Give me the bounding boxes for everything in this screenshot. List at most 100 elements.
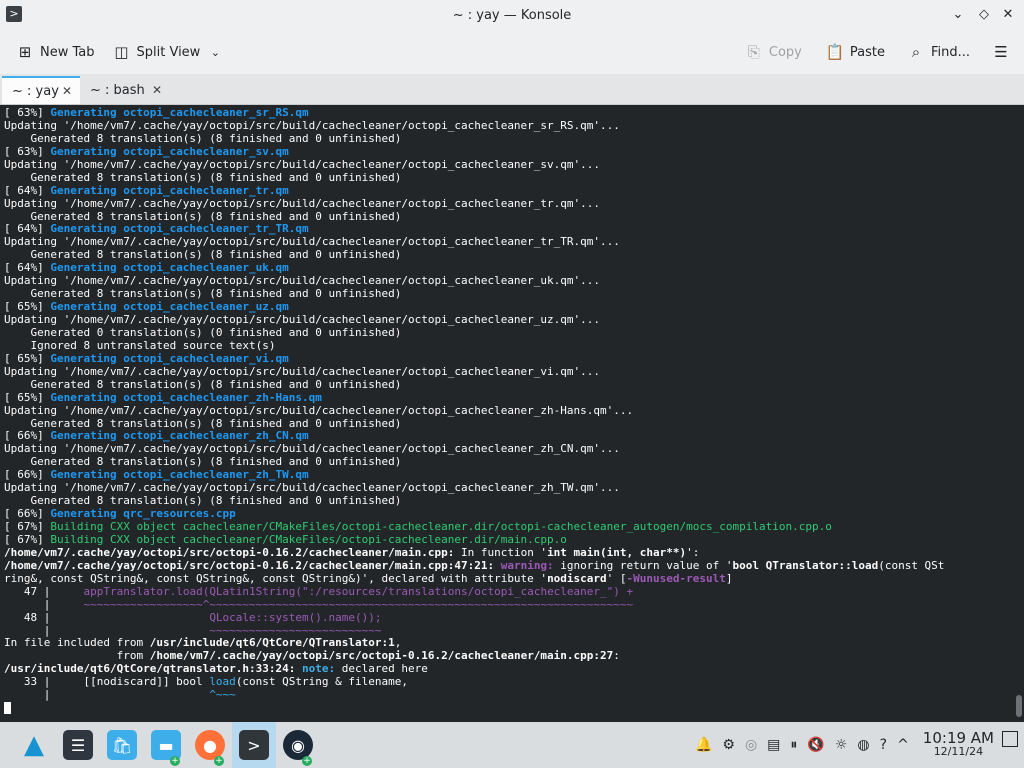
tab-bash[interactable]: ~ : bash ✕	[80, 76, 170, 104]
notifications-icon[interactable]: 🔔	[695, 737, 712, 753]
terminal-text: ' [	[606, 571, 627, 585]
minimize-button[interactable]: ⌄	[948, 5, 968, 25]
tab-label: ~ : bash	[90, 82, 145, 98]
volume-muted-icon[interactable]: 🔇	[807, 737, 824, 753]
copy-button[interactable]: ⎘ Copy	[739, 36, 808, 68]
task-dolphin[interactable]: ▬ +	[144, 722, 188, 768]
vpn-icon[interactable]: ◍	[857, 737, 869, 753]
network-icon[interactable]: ⚙	[722, 737, 735, 753]
running-badge: +	[214, 756, 224, 766]
new-tab-label: New Tab	[40, 44, 95, 60]
terminal-text: (const QString & filename,	[235, 675, 408, 689]
terminal-text: Updating '/home/vm7/.cache/yay/octopi/sr…	[4, 442, 620, 456]
terminal-text: Generating octopi_cachecleaner_sr_RS.qm	[50, 106, 309, 119]
terminal-text: [ 64%]	[4, 261, 51, 275]
close-button[interactable]: ✕	[998, 5, 1018, 25]
terminal-text: Updating '/home/vm7/.cache/yay/octopi/sr…	[4, 481, 620, 495]
terminal-icon: >	[239, 730, 269, 760]
terminal-text: In file included from	[4, 636, 150, 650]
terminal-text: 48 |	[4, 610, 210, 624]
new-tab-button[interactable]: ⊞ New Tab	[10, 36, 101, 68]
terminal-text: -Wunused-result	[626, 571, 726, 585]
hamburger-menu-button[interactable]: ☰	[986, 36, 1016, 68]
terminal-text: 33 | [[nodiscard]] bool	[4, 675, 210, 689]
terminal-text: [ 63%]	[4, 144, 51, 158]
terminal-text: :	[613, 649, 620, 663]
brightness-icon[interactable]: ☼	[835, 737, 848, 753]
terminal-text: Generating qrc_resources.cpp	[50, 507, 236, 521]
terminal-text: /usr/include/qt6/QtCore/qtranslator.h:33…	[4, 662, 296, 676]
terminal-text: |	[4, 623, 210, 637]
terminal-text: Generated 8 translation(s) (8 finished a…	[4, 248, 402, 262]
find-button[interactable]: ⌕ Find...	[901, 36, 976, 68]
terminal-text: appTranslator.load(QLatin1String(":/reso…	[83, 584, 634, 598]
terminal-text: Generated 8 translation(s) (8 finished a…	[4, 455, 402, 469]
clipboard-icon[interactable]: ▤	[767, 737, 780, 753]
terminal-text: [ 65%]	[4, 351, 51, 365]
terminal-text: Generating octopi_cachecleaner_sv.qm	[50, 144, 289, 158]
clock[interactable]: 10:19 AM 12/11/24	[923, 731, 994, 759]
terminal-text: (const QSt	[878, 558, 945, 572]
terminal-text: bool QTranslator::load	[732, 558, 879, 572]
settings-icon: ☰	[63, 730, 93, 760]
application-launcher[interactable]: ▲	[12, 722, 56, 768]
terminal-text: Updating '/home/vm7/.cache/yay/octopi/sr…	[4, 235, 620, 249]
terminal-text: ':	[686, 545, 700, 559]
terminal-text: Generated 8 translation(s) (8 finished a…	[4, 416, 402, 430]
terminal-text: [ 66%]	[4, 468, 51, 482]
clock-date: 12/11/24	[933, 745, 984, 758]
new-tab-icon: ⊞	[18, 43, 32, 61]
split-view-label: Split View	[136, 44, 201, 60]
task-settings[interactable]: ☰	[56, 722, 100, 768]
terminal-output[interactable]: [ 63%] Generating octopi_cachecleaner_sr…	[0, 105, 1014, 721]
terminal-text: ignoring return value of '	[553, 558, 733, 572]
terminal-text: Generating octopi_cachecleaner_tr_TR.qm	[50, 222, 309, 236]
paste-label: Paste	[849, 44, 885, 60]
konsole-icon[interactable]: >	[6, 6, 22, 22]
tab-yay[interactable]: ~ : yay ✕	[2, 76, 80, 104]
task-discover[interactable]: 🛍	[100, 722, 144, 768]
terminal-text: /home/vm7/.cache/yay/octopi/src/octopi-0…	[4, 558, 495, 572]
task-firefox[interactable]: ● +	[188, 722, 232, 768]
media-icon[interactable]: ⏸	[790, 737, 797, 753]
terminal-text: /usr/include/qt6/QtCore/QTranslator:1	[149, 636, 395, 650]
maximize-button[interactable]: ◇	[974, 5, 994, 25]
terminal-text: Updating '/home/vm7/.cache/yay/octopi/sr…	[4, 313, 601, 326]
paste-button[interactable]: 📋 Paste	[820, 36, 891, 68]
task-konsole[interactable]: >	[232, 722, 276, 768]
split-view-button[interactable]: ◫ Split View ⌄	[107, 36, 231, 68]
terminal-text: Building CXX object cachecleaner/CMakeFi…	[50, 532, 567, 546]
paste-icon: 📋	[825, 43, 845, 61]
terminal-text: [ 64%]	[4, 222, 51, 236]
terminal-text: Updating '/home/vm7/.cache/yay/octopi/sr…	[4, 157, 601, 171]
find-label: Find...	[930, 44, 970, 60]
terminal-text: nodiscard	[547, 571, 607, 585]
help-icon[interactable]: ?	[880, 737, 887, 753]
terminal-scrollbar[interactable]	[1014, 105, 1024, 721]
terminal-text: Generating octopi_cachecleaner_zh_CN.qm	[50, 429, 309, 443]
terminal-text: QLocale::system().name());	[209, 610, 382, 624]
scrollbar-thumb[interactable]	[1016, 695, 1022, 717]
task-steam[interactable]: ◉ +	[276, 722, 320, 768]
running-badge: +	[170, 756, 180, 766]
prompt-line[interactable]	[4, 702, 1014, 715]
updates-icon[interactable]: ◎	[745, 737, 757, 753]
running-badge: +	[302, 756, 312, 766]
terminal-text: [ 67%]	[4, 520, 51, 533]
terminal-text: Generating octopi_cachecleaner_tr.qm	[50, 183, 289, 197]
close-icon[interactable]: ✕	[62, 84, 72, 98]
terminal-text: |	[4, 688, 210, 702]
close-icon[interactable]: ✕	[152, 83, 162, 97]
terminal-text: |	[4, 597, 84, 611]
terminal-text: Generated 8 translation(s) (8 finished a…	[4, 494, 402, 508]
show-desktop-button[interactable]	[1002, 731, 1018, 747]
chevron-up-icon[interactable]: ^	[897, 737, 909, 753]
terminal-text: [ 66%]	[4, 429, 51, 443]
terminal-text: [ 66%]	[4, 507, 51, 521]
terminal-text: Generated 8 translation(s) (8 finished a…	[4, 377, 402, 391]
terminal-text: Generating octopi_cachecleaner_zh-Hans.q…	[50, 390, 322, 404]
terminal-text: Updating '/home/vm7/.cache/yay/octopi/sr…	[4, 274, 601, 288]
terminal-text: [ 67%]	[4, 532, 51, 546]
terminal-text: Updating '/home/vm7/.cache/yay/octopi/sr…	[4, 196, 601, 210]
terminal-line: | ^~~~	[4, 688, 1014, 702]
